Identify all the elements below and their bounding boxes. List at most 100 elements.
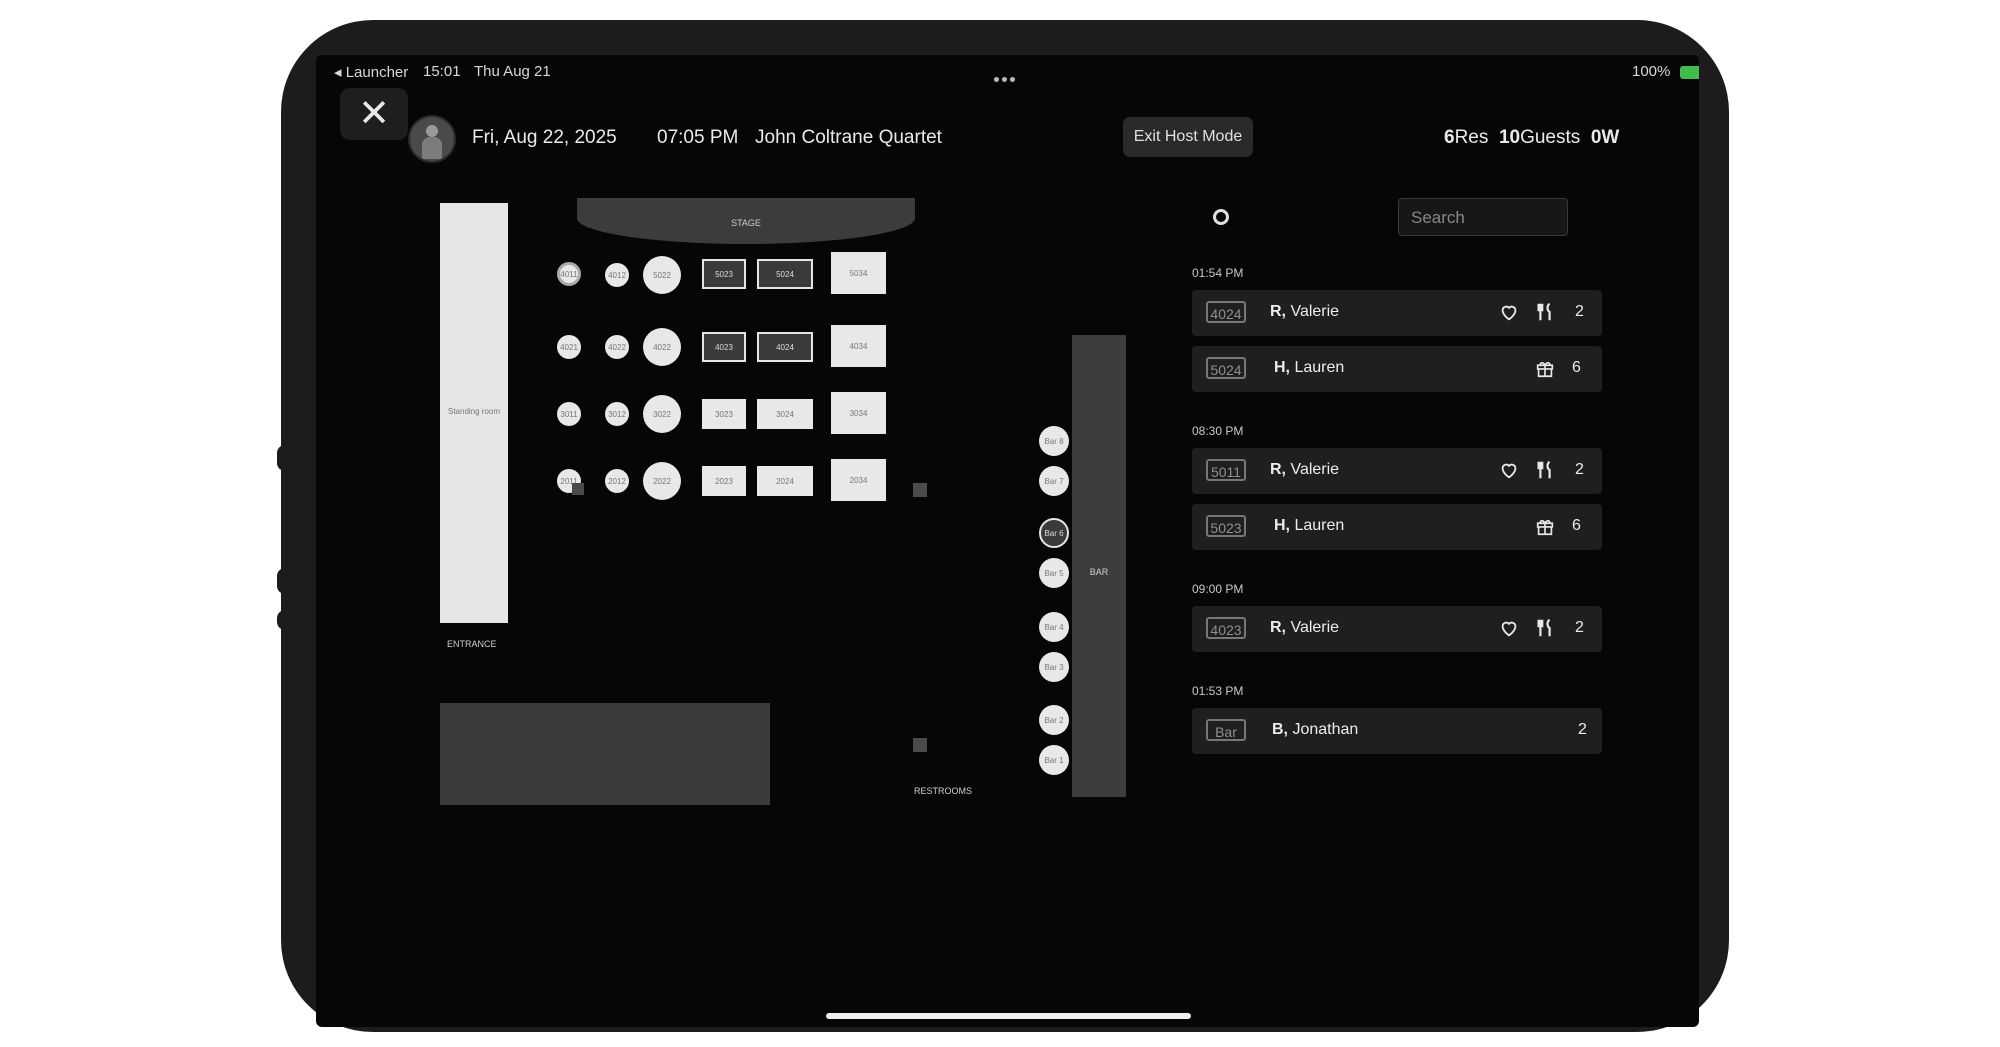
table-4034[interactable]: 4034 xyxy=(831,325,886,367)
time-group-header: 09:00 PM xyxy=(1192,582,1244,596)
table-5022[interactable]: 5022 xyxy=(643,256,681,294)
time-group-header: 01:54 PM xyxy=(1192,266,1244,280)
bar-seat-8[interactable]: Bar 8 xyxy=(1039,426,1069,456)
reservation-row[interactable]: 5024 H, Lauren 6 xyxy=(1192,346,1602,392)
table-2023[interactable]: 2023 xyxy=(702,466,746,496)
guest-name: H, Lauren xyxy=(1274,359,1344,377)
table-3012[interactable]: 3012 xyxy=(605,402,629,426)
table-4011[interactable]: 4011 xyxy=(557,262,581,286)
table-3034[interactable]: 3034 xyxy=(831,392,886,434)
table-marker xyxy=(572,483,584,495)
table-4023[interactable]: 4023 xyxy=(702,332,746,362)
heart-icon xyxy=(1501,621,1517,637)
close-icon: ✕ xyxy=(358,93,390,135)
standing-room-label: Standing room xyxy=(447,407,501,416)
bar-label: BAR xyxy=(1089,567,1109,577)
bar-seat-7[interactable]: Bar 7 xyxy=(1039,466,1069,496)
guest-initial: H, xyxy=(1274,359,1290,376)
party-size: 2 xyxy=(1575,303,1584,320)
time-group-header: 01:53 PM xyxy=(1192,684,1244,698)
table-3024[interactable]: 3024 xyxy=(757,399,813,429)
table-5034[interactable]: 5034 xyxy=(831,252,886,294)
reservation-row[interactable]: Bar B, Jonathan 2 xyxy=(1192,708,1602,754)
bar-seat-5[interactable]: Bar 5 xyxy=(1039,558,1069,588)
party-size: 6 xyxy=(1572,359,1581,376)
table-2024[interactable]: 2024 xyxy=(757,466,813,496)
guest-initial: R, xyxy=(1270,619,1286,636)
table-5024[interactable]: 5024 xyxy=(757,259,813,289)
reservation-row[interactable]: 5011 R, Valerie 2 xyxy=(1192,448,1602,494)
exit-host-mode-button[interactable]: Exit Host Mode xyxy=(1123,117,1253,157)
table-4022-small[interactable]: 4022 xyxy=(605,335,629,359)
launcher-back-link[interactable]: ◂ Launcher xyxy=(334,63,408,81)
header-date: Fri, Aug 22, 2025 xyxy=(472,127,617,148)
utensils-icon xyxy=(1537,618,1551,637)
header-counts: 6Res 10Guests 0W xyxy=(1444,127,1619,149)
side-button xyxy=(277,610,299,630)
filter-radio[interactable] xyxy=(1213,209,1229,225)
table-tag: 4023 xyxy=(1206,617,1246,639)
multitask-dots-icon[interactable] xyxy=(994,69,1018,87)
party-size: 6 xyxy=(1572,517,1581,534)
side-button xyxy=(277,568,299,594)
event-name: John Coltrane Quartet xyxy=(755,127,942,148)
search-input[interactable]: Search xyxy=(1398,198,1568,236)
utensils-icon xyxy=(1537,460,1551,479)
bar-counter: BAR xyxy=(1072,335,1126,797)
table-2034[interactable]: 2034 xyxy=(831,459,886,501)
standing-room-area[interactable]: Standing room xyxy=(440,203,508,623)
heart-icon xyxy=(1501,305,1517,321)
table-5023[interactable]: 5023 xyxy=(702,259,746,289)
header-time: 07:05 PM xyxy=(657,127,739,148)
bar-seat-1[interactable]: Bar 1 xyxy=(1039,745,1069,775)
table-4021[interactable]: 4021 xyxy=(557,335,581,359)
guest-name: B, Jonathan xyxy=(1272,721,1358,739)
table-tag: 4024 xyxy=(1206,301,1246,323)
guest-initial: R, xyxy=(1270,303,1286,320)
table-3023[interactable]: 3023 xyxy=(702,399,746,429)
guest-first-name: Valerie xyxy=(1290,461,1340,478)
guest-first-name: Valerie xyxy=(1290,303,1340,320)
table-4012[interactable]: 4012 xyxy=(605,263,629,287)
reservation-row[interactable]: 4024 R, Valerie 2 xyxy=(1192,290,1602,336)
party-size: 2 xyxy=(1578,721,1587,738)
side-button xyxy=(277,445,299,471)
table-3022[interactable]: 3022 xyxy=(643,395,681,433)
guests-count: 10 xyxy=(1498,127,1521,148)
status-date: Thu Aug 21 xyxy=(474,63,551,80)
table-2022[interactable]: 2022 xyxy=(643,462,681,500)
battery-icon xyxy=(1680,66,1699,79)
table-tag: Bar xyxy=(1206,719,1246,741)
time-group-header: 08:30 PM xyxy=(1192,424,1244,438)
bar-seat-6[interactable]: Bar 6 xyxy=(1039,518,1069,548)
guest-first-name: Valerie xyxy=(1290,619,1340,636)
reservation-row[interactable]: 4023 R, Valerie 2 xyxy=(1192,606,1602,652)
home-indicator[interactable] xyxy=(826,1013,1191,1019)
guest-first-name: Jonathan xyxy=(1292,721,1359,738)
guest-first-name: Lauren xyxy=(1294,359,1345,376)
bar-seat-2[interactable]: Bar 2 xyxy=(1039,705,1069,735)
close-button[interactable]: ✕ xyxy=(340,88,408,140)
party-size: 2 xyxy=(1575,619,1584,636)
battery-percent: 100% xyxy=(1632,63,1671,80)
gift-icon xyxy=(1536,362,1554,378)
guest-name: R, Valerie xyxy=(1270,461,1339,479)
table-tag: 5023 xyxy=(1206,515,1246,537)
bar-seat-4[interactable]: Bar 4 xyxy=(1039,612,1069,642)
avatar[interactable] xyxy=(408,115,456,163)
table-2012[interactable]: 2012 xyxy=(605,469,629,493)
waitlist-count: 0W xyxy=(1590,127,1620,148)
guest-name: R, Valerie xyxy=(1270,619,1339,637)
reservation-row[interactable]: 5023 H, Lauren 6 xyxy=(1192,504,1602,550)
lounge-area[interactable] xyxy=(440,703,770,805)
table-4022[interactable]: 4022 xyxy=(643,328,681,366)
table-4024[interactable]: 4024 xyxy=(757,332,813,362)
table-3011[interactable]: 3011 xyxy=(557,402,581,426)
stage-label: STAGE xyxy=(731,218,761,228)
guests-label: Guests xyxy=(1520,127,1581,148)
status-time: 15:01 xyxy=(423,63,461,80)
heart-icon xyxy=(1501,463,1517,479)
guest-name: R, Valerie xyxy=(1270,303,1339,321)
stage: STAGE xyxy=(577,198,915,244)
bar-seat-3[interactable]: Bar 3 xyxy=(1039,652,1069,682)
